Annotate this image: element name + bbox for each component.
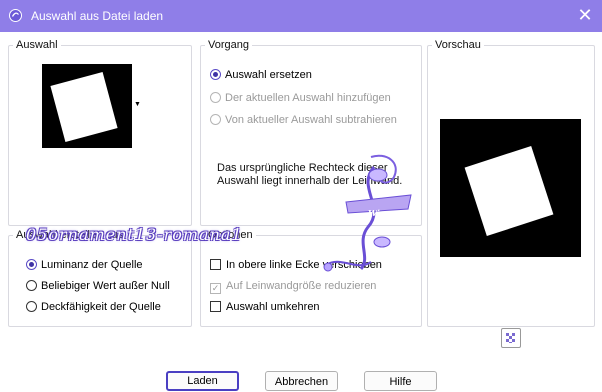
thumbnail-shape	[50, 72, 118, 142]
radio-label: Deckfähigkeit der Quelle	[41, 301, 161, 313]
checkbox-box	[210, 259, 221, 270]
radio-indicator	[210, 92, 221, 103]
radio-deckfaehigkeit[interactable]: Deckfähigkeit der Quelle	[26, 299, 161, 315]
preview-toggle-button[interactable]	[501, 328, 521, 348]
checkerboard-icon	[506, 333, 515, 343]
help-button[interactable]: Hilfe	[364, 371, 437, 391]
radio-label: Von aktueller Auswahl subtrahieren	[225, 114, 397, 126]
checkmark-icon: ✓	[210, 283, 221, 294]
title-bar: Auswahl aus Datei laden ✕	[0, 0, 602, 32]
window-title: Auswahl aus Datei laden	[31, 9, 164, 23]
cancel-button[interactable]: Abbrechen	[265, 371, 338, 391]
thumbnail-dropdown-arrow-icon[interactable]: ▼	[134, 101, 141, 108]
watermark-text: 05ornament13-romana1	[26, 225, 243, 244]
preview-shape	[464, 145, 554, 237]
checkbox-box	[210, 301, 221, 312]
radio-auswahl-hinzufuegen[interactable]: Der aktuellen Auswahl hinzufügen	[210, 90, 391, 106]
preview-canvas	[440, 119, 581, 257]
ornament-graphic	[323, 154, 412, 272]
radio-luminanz[interactable]: Luminanz der Quelle	[26, 257, 143, 273]
close-icon: ✕	[577, 5, 593, 25]
radio-label: Beliebiger Wert außer Null	[41, 280, 170, 292]
radio-indicator	[26, 301, 37, 312]
checkbox-label: Auf Leinwandgröße reduzieren	[226, 280, 377, 292]
app-icon	[9, 9, 22, 22]
radio-label: Auswahl ersetzen	[225, 69, 312, 81]
group-vorschau-legend: Vorschau	[435, 39, 481, 51]
radio-auswahl-subtrahieren[interactable]: Von aktueller Auswahl subtrahieren	[210, 112, 397, 128]
checkbox-label: Auswahl umkehren	[226, 301, 320, 313]
radio-indicator	[210, 69, 221, 80]
close-button[interactable]: ✕	[572, 4, 598, 28]
group-auswahl-legend: Auswahl	[16, 39, 58, 51]
selection-thumbnail[interactable]	[42, 64, 132, 148]
radio-indicator	[26, 280, 37, 291]
radio-auswahl-ersetzen[interactable]: Auswahl ersetzen	[210, 67, 312, 83]
load-button[interactable]: Laden	[166, 371, 239, 391]
radio-indicator	[26, 259, 37, 270]
checkbox-auswahl-umkehren[interactable]: Auswahl umkehren	[210, 299, 320, 315]
ornament-label: Wien	[368, 208, 391, 218]
dialog-body: Auswahl ▼ Vorgang Auswahl ersetzen Der a…	[0, 32, 602, 391]
group-vorgang-legend: Vorgang	[208, 39, 249, 51]
radio-label: Der aktuellen Auswahl hinzufügen	[225, 92, 391, 104]
checkbox-leinwandgroesse[interactable]: ✓ Auf Leinwandgröße reduzieren	[210, 278, 376, 294]
radio-indicator	[210, 114, 221, 125]
radio-beliebiger-wert[interactable]: Beliebiger Wert außer Null	[26, 278, 170, 294]
radio-label: Luminanz der Quelle	[41, 259, 143, 271]
